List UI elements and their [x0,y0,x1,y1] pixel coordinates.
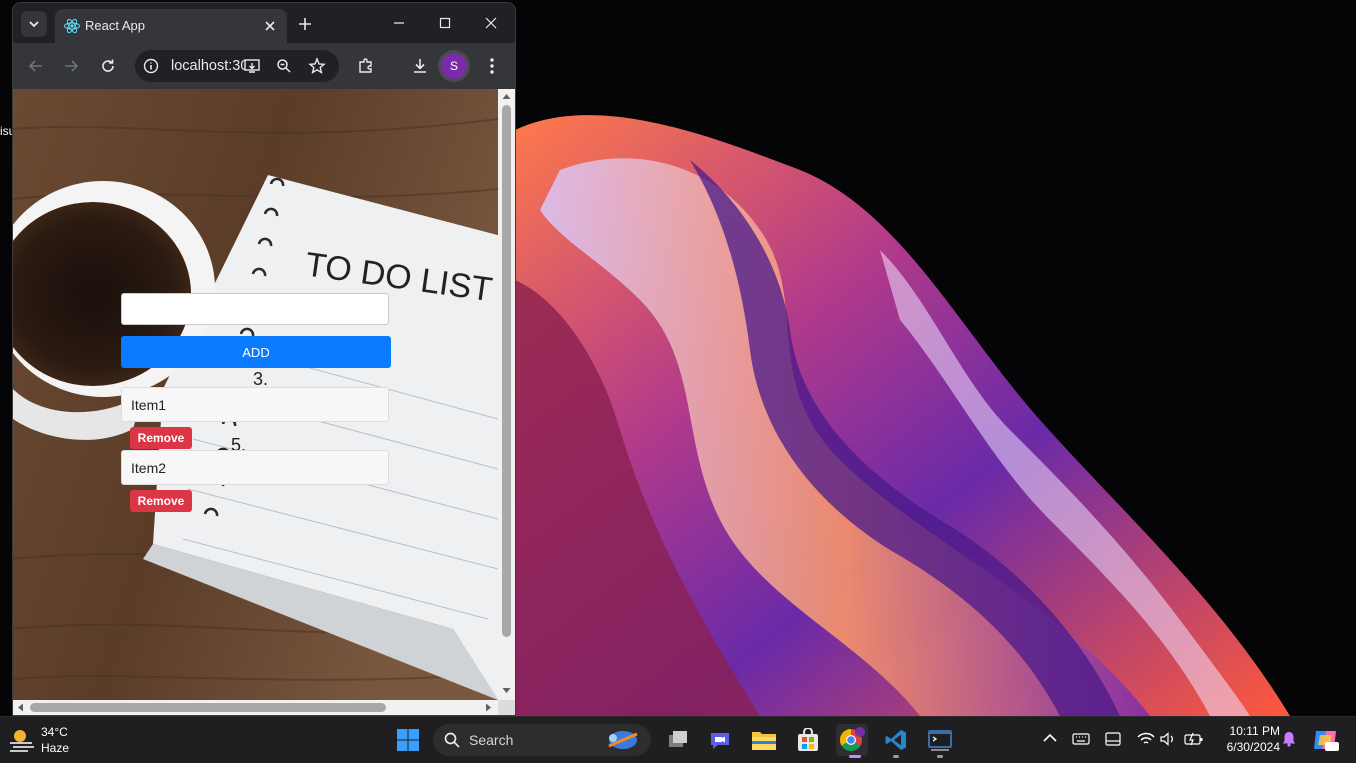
remove-button-item1[interactable]: Remove [130,427,192,449]
minimize-icon [394,22,404,24]
keyboard-icon[interactable] [1072,733,1090,745]
scroll-down-icon[interactable] [502,687,511,694]
remove-button-item2[interactable]: Remove [130,490,192,512]
task-view-button[interactable] [662,724,694,756]
chrome-icon [840,727,865,751]
scroll-left-icon[interactable] [17,703,24,712]
puzzle-icon [359,58,372,73]
svg-text:3.: 3. [253,369,268,389]
zoom-icon[interactable] [276,58,292,74]
tab-title: React App [85,18,145,33]
search-label: Search [469,732,514,748]
file-explorer-button[interactable] [748,724,780,756]
clock-date[interactable]: 6/30/2024 [1208,740,1280,754]
vscode-icon [885,730,906,750]
reload-icon [102,59,114,72]
taskbar: 34°C Haze Search 10:11 PM 6/30/2024 [0,716,1356,763]
more-vert-icon [490,58,494,74]
vertical-scroll-thumb[interactable] [502,105,511,637]
copilot-icon[interactable] [1312,727,1340,753]
download-icon [414,59,426,73]
back-button[interactable] [25,55,47,77]
search-highlight-icon [608,731,638,749]
todo-item-1: Item1 [121,387,389,422]
new-tab-icon[interactable] [293,12,317,36]
microsoft-store-button[interactable] [792,724,824,756]
react-logo-icon [64,18,80,34]
maximize-icon [439,17,451,29]
tab-strip: React App [13,3,515,43]
tab-react-app[interactable]: React App [55,9,287,43]
start-button[interactable] [392,724,424,756]
chrome-taskbar-button[interactable] [836,724,868,756]
menu-button[interactable] [481,55,503,77]
volume-icon[interactable] [1160,732,1176,746]
windows-logo-icon [397,729,419,751]
close-tab-icon[interactable] [261,17,279,35]
todo-input[interactable] [121,293,389,325]
maximize-button[interactable] [427,9,463,37]
profile-avatar[interactable]: S [441,53,467,79]
scrollbar-corner [498,700,515,715]
close-icon [485,17,497,29]
forward-button[interactable] [60,55,82,77]
horizontal-scrollbar[interactable] [13,700,498,715]
chevron-down-icon [29,21,39,28]
weather-condition[interactable]: Haze [41,741,69,755]
weather-temperature[interactable]: 34°C [41,725,68,739]
store-bag-icon [798,728,818,751]
horizontal-scroll-thumb[interactable] [30,703,386,712]
downloads-button[interactable] [409,55,431,77]
task-view-icon [669,731,687,747]
chat-app-button[interactable] [704,724,736,756]
vertical-scrollbar[interactable] [498,89,515,700]
folder-icon [752,732,776,750]
browser-window: React App localhost:3000 [13,3,515,715]
install-app-icon[interactable] [243,57,261,75]
reload-button[interactable] [97,55,119,77]
vscode-taskbar-button[interactable] [880,724,912,756]
active-app-indicator [849,755,861,758]
running-app-indicator [937,755,943,758]
extensions-button[interactable] [355,55,377,77]
wifi-icon[interactable] [1137,732,1155,746]
terminal-taskbar-button[interactable] [924,724,956,756]
minimize-button[interactable] [381,9,417,37]
page-viewport: TO DO LIST 3. 5. ADD Item1 Remove Item2 … [13,89,498,700]
running-app-indicator [893,755,899,758]
browser-toolbar: localhost:3000 S [13,43,515,89]
battery-charging-icon[interactable] [1184,732,1204,746]
taskbar-search[interactable]: Search [433,724,651,756]
clock-time[interactable]: 10:11 PM [1208,724,1280,738]
weather-haze-icon[interactable] [8,727,36,753]
address-bar[interactable]: localhost:3000 [135,50,339,82]
video-chat-icon [711,733,729,749]
tab-search-button[interactable] [21,11,47,37]
search-icon [444,732,460,748]
arrow-left-icon [28,60,42,72]
notification-bell-icon[interactable] [1282,731,1296,747]
scroll-right-icon[interactable] [485,703,492,712]
arrow-right-icon [65,60,79,72]
scroll-up-icon[interactable] [502,93,511,100]
tablet-mode-icon[interactable] [1105,732,1121,746]
chevron-up-icon[interactable] [1043,733,1057,743]
url-text: localhost:3000 [171,58,245,74]
close-window-button[interactable] [473,9,509,37]
terminal-icon [928,730,952,751]
bookmark-star-icon[interactable] [308,57,326,75]
add-button[interactable]: ADD [121,336,391,368]
todo-item-2: Item2 [121,450,389,485]
site-info-icon[interactable] [143,58,159,74]
